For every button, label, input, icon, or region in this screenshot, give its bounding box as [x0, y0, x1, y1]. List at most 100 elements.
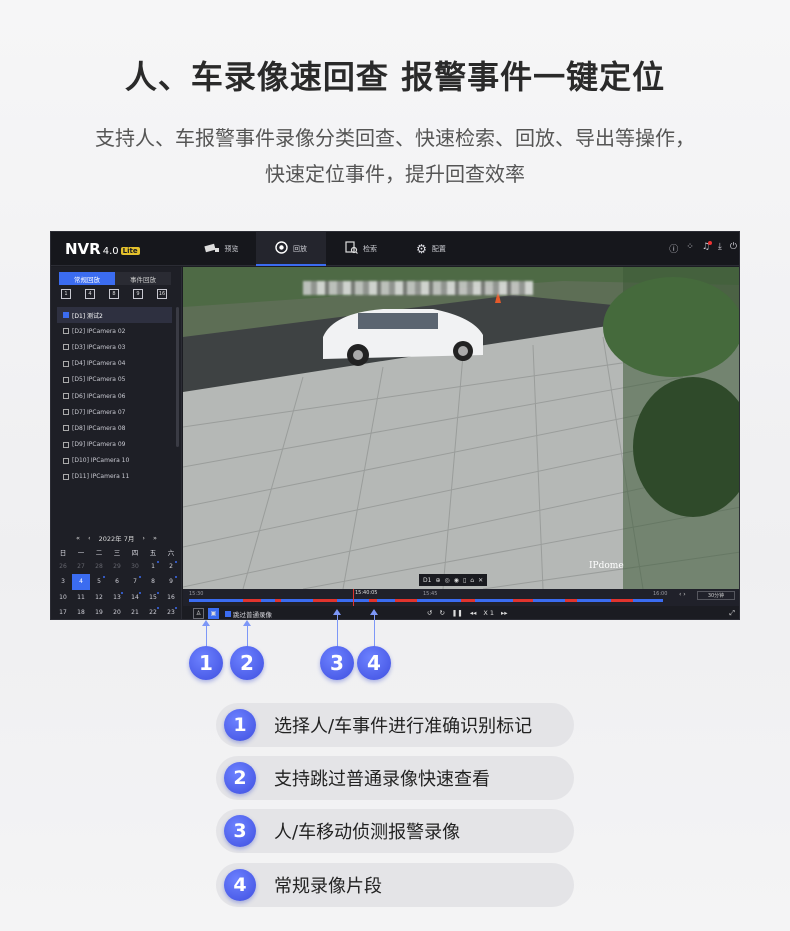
calendar-day[interactable]: 11: [72, 590, 90, 605]
calendar-day[interactable]: 14: [126, 590, 144, 605]
grid-icon[interactable]: ⁘: [686, 242, 694, 255]
camera-checkbox[interactable]: [63, 360, 69, 367]
calendar-day[interactable]: 20: [108, 605, 126, 619]
person-filter-button[interactable]: ♙: [193, 608, 204, 619]
vehicle-filter-button[interactable]: ▣: [208, 608, 219, 619]
calendar-day[interactable]: 4: [72, 574, 90, 590]
timeline-cursor[interactable]: [353, 589, 354, 606]
pause-icon[interactable]: ❚❚: [452, 609, 463, 617]
camera-item[interactable]: [D5] IPCamera 05: [57, 372, 172, 388]
camera-item[interactable]: [D7] IPCamera 07: [57, 404, 172, 420]
camera-checkbox[interactable]: [63, 376, 69, 383]
calendar-day[interactable]: 1: [144, 559, 162, 574]
snapshot-icon[interactable]: ◉: [454, 577, 459, 584]
legend-text: 支持跳过普通录像快速查看: [274, 769, 490, 790]
nav-config[interactable]: ⚙ 配置: [396, 232, 466, 266]
camera-list-scrollbar[interactable]: [176, 307, 179, 447]
callout-arrow-4: [374, 612, 375, 648]
split-16-button[interactable]: 16: [157, 289, 167, 299]
calendar-weekday: 四: [131, 548, 139, 557]
close-icon[interactable]: ✕: [478, 577, 483, 584]
calendar-day[interactable]: 2: [162, 559, 180, 574]
calendar-day[interactable]: 30: [126, 559, 144, 574]
calendar-day[interactable]: 17: [54, 605, 72, 619]
calendar-day[interactable]: 5: [90, 574, 108, 589]
calendar-day[interactable]: 21: [126, 605, 144, 619]
camera-item[interactable]: [D4] IPCamera 04: [57, 356, 172, 372]
calendar-day[interactable]: 26: [54, 559, 72, 574]
callout-badge-4: 4: [357, 646, 391, 680]
fullscreen-icon[interactable]: ⤢: [729, 609, 735, 618]
camera-item[interactable]: [D6] IPCamera 06: [57, 388, 172, 404]
calendar-day[interactable]: 15: [144, 590, 162, 605]
camera-checkbox[interactable]: [63, 425, 69, 432]
info-icon[interactable]: ⓘ: [669, 242, 678, 255]
camera-item[interactable]: [D11] IPCamera 11: [57, 469, 172, 485]
calendar-day[interactable]: 13: [108, 590, 126, 605]
prev-month-icon[interactable]: ‹: [88, 534, 91, 542]
calendar-day[interactable]: 23: [162, 605, 180, 619]
camera-checkbox[interactable]: [63, 457, 69, 464]
camera-checkbox[interactable]: [63, 393, 69, 400]
skip-normal-recording[interactable]: 跳过普通录像: [225, 609, 272, 619]
rewind-icon[interactable]: ↺: [427, 609, 432, 617]
camera-item[interactable]: [D10] IPCamera 10: [57, 453, 172, 469]
camera-item[interactable]: [D9] IPCamera 09: [57, 437, 172, 453]
calendar-day[interactable]: 28: [90, 559, 108, 574]
tab-normal-playback[interactable]: 常规回放: [59, 272, 115, 285]
download-icon[interactable]: ⤓: [718, 242, 722, 255]
event-recording-segment: [275, 599, 281, 602]
slow-icon[interactable]: ◂◂: [470, 609, 477, 617]
calendar-day[interactable]: 6: [108, 574, 126, 589]
skip-checkbox[interactable]: [225, 611, 231, 617]
tab-event-playback[interactable]: 事件回放: [115, 272, 171, 285]
calendar-day[interactable]: 18: [72, 605, 90, 619]
camera-item[interactable]: [D8] IPCamera 08: [57, 420, 172, 436]
callout-arrowhead-1: [202, 620, 210, 626]
split-1-button[interactable]: 1: [61, 289, 71, 299]
fast-forward-icon[interactable]: ▸▸: [501, 609, 508, 617]
camera-item[interactable]: [D3] IPCamera 03: [57, 339, 172, 355]
nav-playback[interactable]: 回放: [256, 232, 326, 266]
calendar-day[interactable]: 22: [144, 605, 162, 619]
split-8-button[interactable]: 8: [109, 289, 119, 299]
lock-icon[interactable]: ⌂: [470, 577, 474, 584]
video-view[interactable]: IPdome D1 ⊕ ◎ ◉ ▯ ⌂ ✕: [183, 267, 739, 589]
next-year-icon[interactable]: »: [153, 534, 157, 542]
calendar-day[interactable]: 29: [108, 559, 126, 574]
calendar-day[interactable]: 8: [144, 574, 162, 589]
nav-preview[interactable]: 预览: [186, 232, 256, 266]
calendar-day[interactable]: 9: [162, 574, 180, 589]
camera-checkbox[interactable]: [63, 328, 69, 335]
camera-checkbox[interactable]: [63, 344, 69, 351]
split-4-button[interactable]: 4: [85, 289, 95, 299]
camera-checkbox[interactable]: [63, 473, 69, 480]
next-month-icon[interactable]: ›: [142, 534, 145, 542]
calendar-day[interactable]: 19: [90, 605, 108, 619]
calendar-day[interactable]: 27: [72, 559, 90, 574]
camera-item[interactable]: [D1] 测试2: [57, 307, 172, 324]
calendar-day[interactable]: 10: [54, 590, 72, 605]
camera-checkbox[interactable]: [63, 312, 69, 319]
calendar-day[interactable]: 16: [162, 590, 180, 605]
nav-search[interactable]: 检索: [326, 232, 396, 266]
event-recording-segment: [565, 599, 577, 602]
channel-label: D1: [423, 576, 432, 584]
camera-checkbox[interactable]: [63, 441, 69, 448]
calendar-day[interactable]: 7: [126, 574, 144, 589]
reverse-icon[interactable]: ↻: [439, 609, 444, 617]
zoom-in-icon[interactable]: ⊕: [435, 577, 440, 584]
timeline[interactable]: 15:30 15:45 16:00 15:40:05 ‹ › 30分钟: [183, 589, 739, 606]
split-9-button[interactable]: 9: [133, 289, 143, 299]
power-icon[interactable]: ⏻: [730, 242, 737, 255]
timeline-arrows[interactable]: ‹ ›: [679, 591, 686, 598]
camera-checkbox[interactable]: [63, 409, 69, 416]
bell-icon[interactable]: ♫: [702, 241, 712, 255]
timeline-zoom-select[interactable]: 30分钟: [697, 591, 735, 600]
camera-item[interactable]: [D2] IPCamera 02: [57, 323, 172, 339]
bookmark-icon[interactable]: ▯: [463, 577, 466, 584]
audio-icon[interactable]: ◎: [444, 577, 449, 584]
prev-year-icon[interactable]: «: [76, 534, 80, 542]
calendar-day[interactable]: 12: [90, 590, 108, 605]
calendar-day[interactable]: 3: [54, 574, 72, 589]
